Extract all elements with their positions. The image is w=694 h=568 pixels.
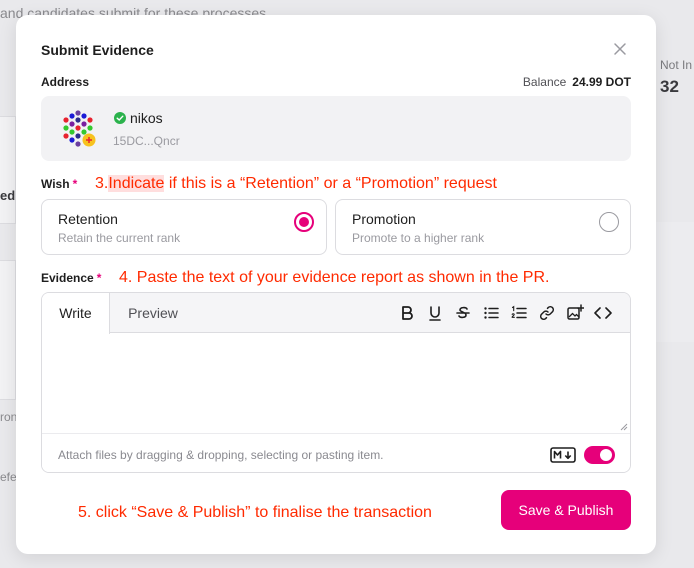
account-identicon (63, 110, 96, 147)
attach-files-hint: Attach files by dragging & dropping, sel… (58, 448, 384, 462)
annotation-step4: 4. Paste the text of your evidence repor… (119, 269, 550, 286)
annotation-step3-highlight: Indicate (108, 175, 165, 192)
annotation-step3-prefix: 3. (95, 175, 109, 192)
background-panel-left (0, 116, 16, 224)
wish-option-promotion[interactable]: Promotion Promote to a higher rank (335, 199, 631, 255)
wish-label-text: Wish (41, 177, 70, 191)
check-circle-icon (114, 112, 126, 124)
bullet-list-icon[interactable] (482, 304, 500, 322)
balance-label: Balance (522, 75, 567, 89)
wish-option-title: Retention (58, 211, 118, 227)
address-label: Address (41, 75, 90, 89)
editor-footer: Attach files by dragging & dropping, sel… (42, 433, 630, 472)
modal-title: Submit Evidence (41, 42, 154, 58)
wish-option-retention[interactable]: Retention Retain the current rank (41, 199, 327, 255)
address-selector[interactable]: nikos 15DC...Qncr (41, 96, 631, 161)
wish-option-subtitle: Promote to a higher rank (352, 231, 485, 245)
background-side-label: ed (0, 188, 16, 203)
evidence-label-text: Evidence (41, 271, 94, 285)
underline-icon[interactable] (426, 304, 444, 322)
balance: Balance 24.99 DOT (523, 75, 631, 89)
annotation-step3: 3.Indicate if this is a “Retention” or a… (95, 175, 497, 193)
wish-option-subtitle: Retain the current rank (58, 231, 181, 245)
evidence-editor: Write Preview Attach files by dragging &… (41, 292, 631, 473)
markdown-icon (550, 447, 576, 463)
markdown-toggle[interactable] (584, 446, 615, 464)
strikethrough-icon[interactable] (454, 304, 472, 322)
numbered-list-icon[interactable] (510, 304, 528, 322)
radio-unselected[interactable] (599, 212, 619, 232)
close-icon[interactable] (612, 41, 628, 57)
save-and-publish-button[interactable]: Save & Publish (501, 490, 631, 530)
background-right-label: Not In (660, 58, 693, 72)
submit-evidence-modal: Submit Evidence Address Balance 24.99 DOT (16, 15, 656, 554)
tab-preview[interactable]: Preview (114, 293, 192, 334)
evidence-textarea[interactable] (42, 334, 630, 433)
radio-selected[interactable] (294, 212, 314, 232)
background-panel-left-2 (0, 260, 16, 400)
background-side-label-3: efe (0, 470, 17, 484)
account-name: nikos (130, 110, 163, 126)
balance-value: 24.99 DOT (572, 75, 631, 89)
background-right-value: 32 (660, 77, 679, 96)
background-side-label-2: ron (0, 410, 18, 424)
required-mark: * (72, 177, 78, 191)
annotation-step3-rest: if this is a “Retention” or a “Promotion… (164, 175, 497, 192)
image-icon[interactable] (566, 304, 584, 322)
evidence-label: Evidence * (41, 271, 101, 285)
account-address: 15DC...Qncr (113, 134, 180, 148)
annotation-step5: 5. click “Save & Publish” to finalise th… (78, 504, 432, 521)
wish-label: Wish * (41, 177, 77, 191)
resize-handle-icon[interactable] (620, 423, 628, 431)
link-icon[interactable] (538, 304, 556, 322)
bold-icon[interactable] (398, 304, 416, 322)
tab-write[interactable]: Write (42, 293, 110, 334)
code-icon[interactable] (594, 304, 612, 322)
required-mark: * (96, 271, 102, 285)
wish-option-title: Promotion (352, 211, 416, 227)
background-panel-right (656, 222, 694, 342)
editor-tabs: Write Preview (42, 293, 630, 334)
